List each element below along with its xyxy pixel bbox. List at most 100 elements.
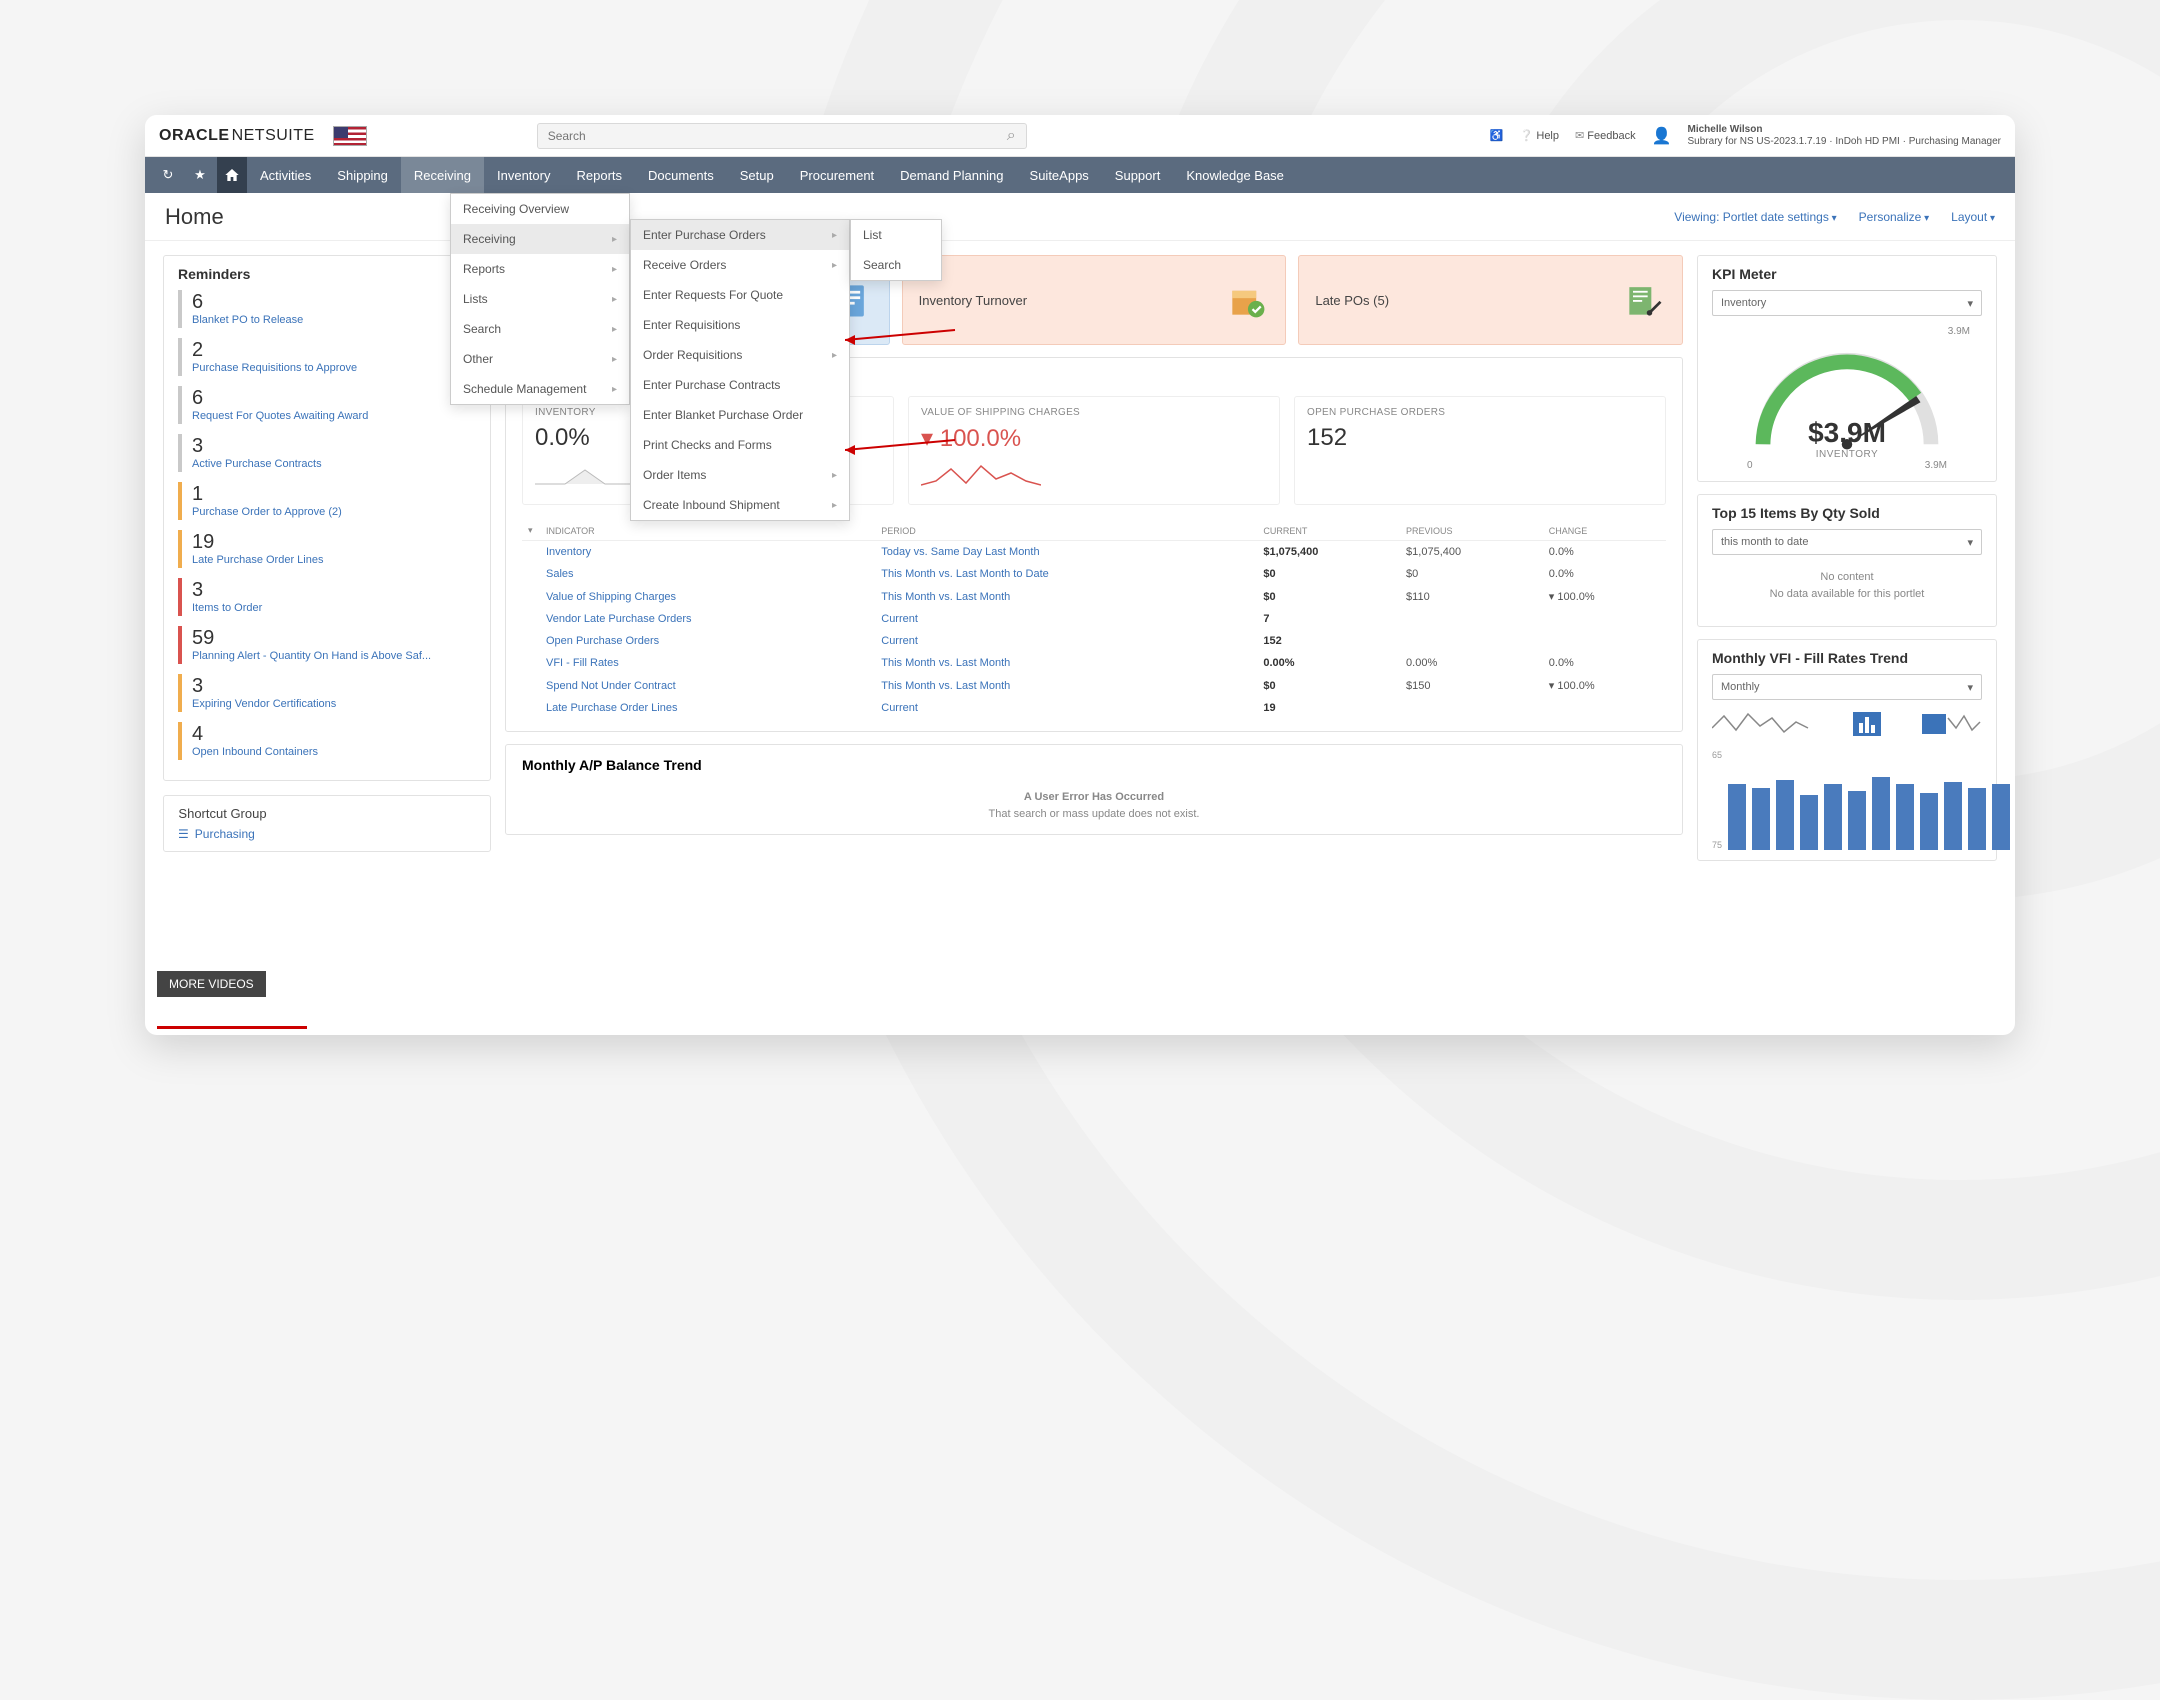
chart-bar — [1752, 788, 1770, 850]
chevron-right-icon: ▸ — [832, 230, 837, 241]
reminder-count: 2 — [192, 340, 476, 360]
list-icon: ☰ — [178, 827, 189, 841]
receiving-submenu: Enter Purchase Orders▸Receive Orders▸Ent… — [630, 219, 850, 521]
video-progress-bar[interactable] — [157, 1026, 307, 1029]
menu-item[interactable]: List — [851, 220, 941, 250]
nav-suiteapps[interactable]: SuiteApps — [1017, 157, 1102, 193]
kpi-card-open-po[interactable]: OPEN PURCHASE ORDERS 152 — [1294, 396, 1666, 505]
chart-bar — [1968, 788, 1986, 850]
menu-item[interactable]: Enter Requests For Quote — [631, 280, 849, 310]
user-info[interactable]: Michelle Wilson Subrary for NS US-2023.1… — [1688, 124, 2001, 147]
reminder-item[interactable]: 1Purchase Order to Approve (2) — [178, 482, 476, 520]
reminder-item[interactable]: 3Expiring Vendor Certifications — [178, 674, 476, 712]
layout-dropdown[interactable]: Layout — [1951, 210, 1995, 224]
menu-item[interactable]: Other▸ — [451, 344, 629, 374]
kpi-meter-select[interactable]: Inventory▾ — [1712, 290, 1982, 316]
menu-item[interactable]: Search — [851, 250, 941, 280]
table-row[interactable]: Vendor Late Purchase OrdersCurrent7 — [522, 608, 1666, 630]
trend-sparkline-2 — [1922, 708, 1982, 740]
menu-item[interactable]: Reports▸ — [451, 254, 629, 284]
reminders-portlet: Reminders 6Blanket PO to Release2Purchas… — [163, 255, 491, 781]
table-row[interactable]: SalesThis Month vs. Last Month to Date$0… — [522, 563, 1666, 585]
help-link[interactable]: ❔ Help — [1520, 129, 1559, 142]
menu-item[interactable]: Enter Purchase Orders▸ — [631, 220, 849, 250]
table-row[interactable]: InventoryToday vs. Same Day Last Month$1… — [522, 541, 1666, 564]
nav-demand-planning[interactable]: Demand Planning — [887, 157, 1016, 193]
reminder-item[interactable]: 3Items to Order — [178, 578, 476, 616]
brand-oracle: ORACLE — [159, 127, 230, 145]
reminder-label: Late Purchase Order Lines — [192, 554, 476, 566]
nav-home-icon[interactable] — [217, 157, 247, 193]
reminder-item[interactable]: 6Blanket PO to Release — [178, 290, 476, 328]
nav-receiving[interactable]: Receiving — [401, 157, 484, 193]
table-row[interactable]: VFI - Fill RatesThis Month vs. Last Mont… — [522, 652, 1666, 674]
menu-item[interactable]: Lists▸ — [451, 284, 629, 314]
page-header: Home Viewing: Portlet date settings Pers… — [145, 193, 2015, 241]
search-input[interactable] — [548, 129, 1007, 143]
nav-inventory[interactable]: Inventory — [484, 157, 563, 193]
ap-trend-title: Monthly A/P Balance Trend — [522, 757, 1666, 773]
search-icon[interactable]: ⌕ — [1007, 127, 1016, 145]
chart-bar — [1848, 791, 1866, 850]
nav-knowledge-base[interactable]: Knowledge Base — [1173, 157, 1297, 193]
tile-late-pos[interactable]: Late POs (5) — [1298, 255, 1683, 345]
top-items-select[interactable]: this month to date▾ — [1712, 529, 1982, 555]
menu-item[interactable]: Print Checks and Forms — [631, 430, 849, 460]
chevron-right-icon: ▸ — [832, 470, 837, 481]
bar-chart-icon[interactable] — [1853, 712, 1881, 736]
menu-item[interactable]: Enter Blanket Purchase Order — [631, 400, 849, 430]
menu-item[interactable]: Schedule Management▸ — [451, 374, 629, 404]
reminder-item[interactable]: 59Planning Alert - Quantity On Hand is A… — [178, 626, 476, 664]
global-search[interactable]: ⌕ — [537, 123, 1027, 149]
nav-support[interactable]: Support — [1102, 157, 1174, 193]
nav-recent-icon[interactable]: ↻ — [153, 157, 183, 193]
shortcut-purchasing[interactable]: ☰ Purchasing — [178, 827, 476, 841]
viewing-dropdown[interactable]: Viewing: Portlet date settings — [1674, 210, 1836, 224]
menu-item[interactable]: Enter Requisitions — [631, 310, 849, 340]
nav-activities[interactable]: Activities — [247, 157, 324, 193]
kpi-card-shipping[interactable]: VALUE OF SHIPPING CHARGES ▾ 100.0% — [908, 396, 1280, 505]
reminder-item[interactable]: 19Late Purchase Order Lines — [178, 530, 476, 568]
nav-setup[interactable]: Setup — [727, 157, 787, 193]
reminder-label: Request For Quotes Awaiting Award — [192, 410, 476, 422]
accessibility-icon[interactable]: ♿ — [1490, 129, 1504, 142]
chart-bar — [1896, 784, 1914, 850]
reminder-label: Purchase Order to Approve (2) — [192, 506, 476, 518]
nav-reports[interactable]: Reports — [563, 157, 635, 193]
nav-star-icon[interactable]: ★ — [185, 157, 215, 193]
chevron-right-icon: ▸ — [832, 350, 837, 361]
nav-shipping[interactable]: Shipping — [324, 157, 401, 193]
menu-item[interactable]: Order Items▸ — [631, 460, 849, 490]
table-row[interactable]: Value of Shipping ChargesThis Month vs. … — [522, 585, 1666, 608]
more-videos-button[interactable]: MORE VIDEOS — [157, 971, 266, 997]
fill-rate-select[interactable]: Monthly▾ — [1712, 674, 1982, 700]
menu-item[interactable]: Enter Purchase Contracts — [631, 370, 849, 400]
user-role: Subrary for NS US-2023.1.7.19 · InDoh HD… — [1688, 136, 2001, 148]
reminder-item[interactable]: 3Active Purchase Contracts — [178, 434, 476, 472]
menu-item[interactable]: Receiving Overview — [451, 194, 629, 224]
chevron-right-icon: ▸ — [612, 264, 617, 275]
table-row[interactable]: Spend Not Under ContractThis Month vs. L… — [522, 674, 1666, 697]
chevron-down-icon: ▾ — [1967, 536, 1973, 549]
gauge-value: $3.9M — [1808, 417, 1886, 449]
reminder-item[interactable]: 2Purchase Requisitions to Approve — [178, 338, 476, 376]
nav-documents[interactable]: Documents — [635, 157, 727, 193]
table-row[interactable]: Late Purchase Order LinesCurrent19 — [522, 697, 1666, 719]
reminder-item[interactable]: 6Request For Quotes Awaiting Award — [178, 386, 476, 424]
nav-procurement[interactable]: Procurement — [787, 157, 887, 193]
menu-item[interactable]: Search▸ — [451, 314, 629, 344]
user-avatar-icon[interactable]: 👤 — [1652, 126, 1672, 146]
reminder-item[interactable]: 4Open Inbound Containers — [178, 722, 476, 760]
table-row[interactable]: Open Purchase OrdersCurrent152 — [522, 630, 1666, 652]
chart-bar — [1944, 782, 1962, 850]
menu-item[interactable]: Order Requisitions▸ — [631, 340, 849, 370]
trend-sparkline — [1712, 708, 1812, 740]
chevron-right-icon: ▸ — [832, 260, 837, 271]
menu-item[interactable]: Receiving▸ — [451, 224, 629, 254]
tile-inventory-turnover[interactable]: Inventory Turnover — [902, 255, 1287, 345]
personalize-dropdown[interactable]: Personalize — [1859, 210, 1930, 224]
country-flag-icon[interactable] — [333, 126, 367, 146]
menu-item[interactable]: Receive Orders▸ — [631, 250, 849, 280]
menu-item[interactable]: Create Inbound Shipment▸ — [631, 490, 849, 520]
feedback-link[interactable]: ✉ Feedback — [1575, 129, 1636, 142]
